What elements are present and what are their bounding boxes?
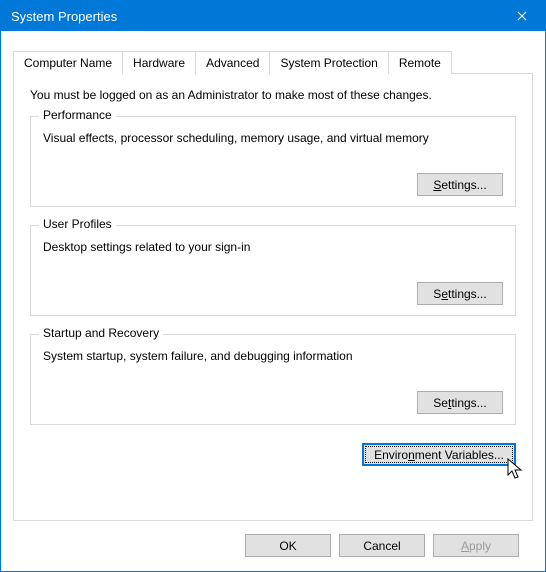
group-startup-recovery: Startup and Recovery System startup, sys… xyxy=(30,334,516,425)
close-icon xyxy=(517,9,527,24)
group-user-profiles-desc: Desktop settings related to your sign-in xyxy=(43,240,503,254)
tab-remote[interactable]: Remote xyxy=(388,51,452,74)
user-profiles-settings-button[interactable]: Settings... xyxy=(417,282,503,305)
dialog-button-row: OK Cancel Apply xyxy=(13,522,533,557)
group-user-profiles: User Profiles Desktop settings related t… xyxy=(30,225,516,316)
tab-system-protection[interactable]: System Protection xyxy=(269,51,388,74)
environment-variables-button[interactable]: Environment Variables... xyxy=(362,443,516,466)
group-user-profiles-title: User Profiles xyxy=(39,217,116,231)
tab-advanced[interactable]: Advanced xyxy=(195,51,270,75)
tab-strip: Computer Name Hardware Advanced System P… xyxy=(13,51,533,74)
window-titlebar: System Properties xyxy=(1,1,545,31)
admin-notice: You must be logged on as an Administrato… xyxy=(30,88,516,102)
cancel-button[interactable]: Cancel xyxy=(339,534,425,557)
tab-computer-name[interactable]: Computer Name xyxy=(13,51,123,74)
apply-button: Apply xyxy=(433,534,519,557)
performance-settings-button[interactable]: Settings... xyxy=(417,173,503,196)
tab-panel-advanced: You must be logged on as an Administrato… xyxy=(13,73,533,521)
ok-button[interactable]: OK xyxy=(245,534,331,557)
group-performance-title: Performance xyxy=(39,108,116,122)
group-startup-recovery-desc: System startup, system failure, and debu… xyxy=(43,349,503,363)
window-close-button[interactable] xyxy=(499,1,545,31)
startup-settings-button[interactable]: Settings... xyxy=(417,391,503,414)
group-performance: Performance Visual effects, processor sc… xyxy=(30,116,516,207)
window-title: System Properties xyxy=(11,9,117,24)
group-performance-desc: Visual effects, processor scheduling, me… xyxy=(43,131,503,145)
tab-hardware[interactable]: Hardware xyxy=(122,51,196,74)
group-startup-recovery-title: Startup and Recovery xyxy=(39,326,163,340)
